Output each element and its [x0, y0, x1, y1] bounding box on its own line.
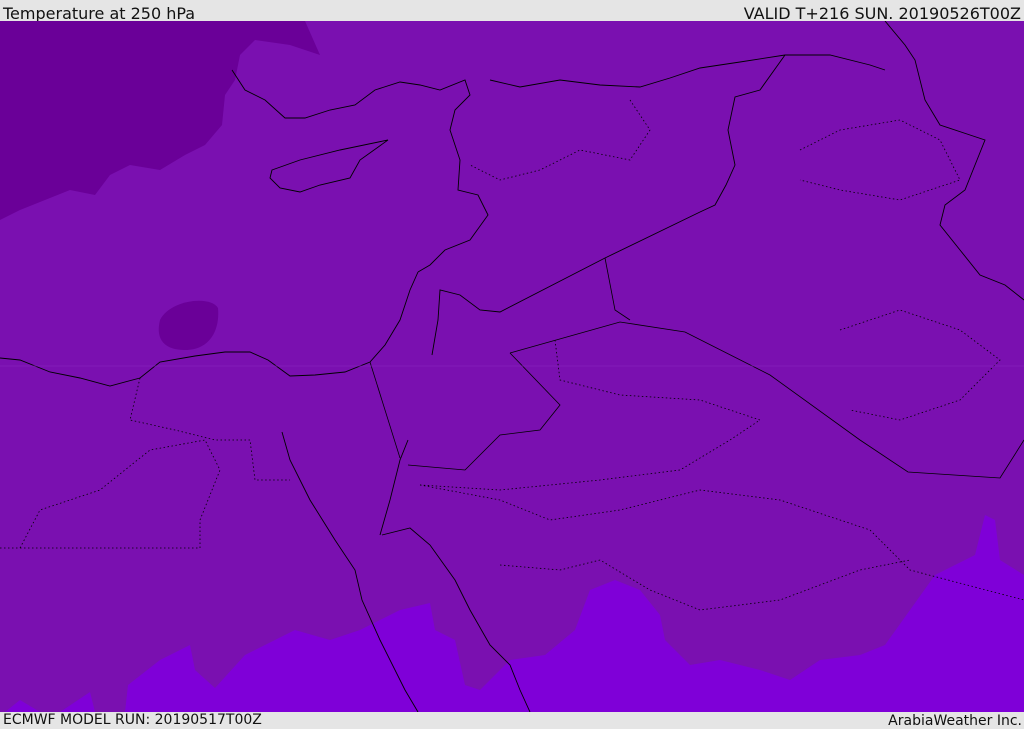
footer-bar: ECMWF MODEL RUN: 20190517T00Z ArabiaWeat… — [0, 712, 1024, 729]
credit: ArabiaWeather Inc. — [888, 713, 1022, 729]
model-run: ECMWF MODEL RUN: 20190517T00Z — [3, 712, 262, 728]
temperature-map[interactable] — [0, 21, 1024, 712]
valid-time: VALID T+216 SUN. 20190526T00Z — [743, 4, 1021, 23]
header-bar: Temperature at 250 hPa VALID T+216 SUN. … — [0, 0, 1024, 23]
map-title: Temperature at 250 hPa — [3, 4, 196, 23]
